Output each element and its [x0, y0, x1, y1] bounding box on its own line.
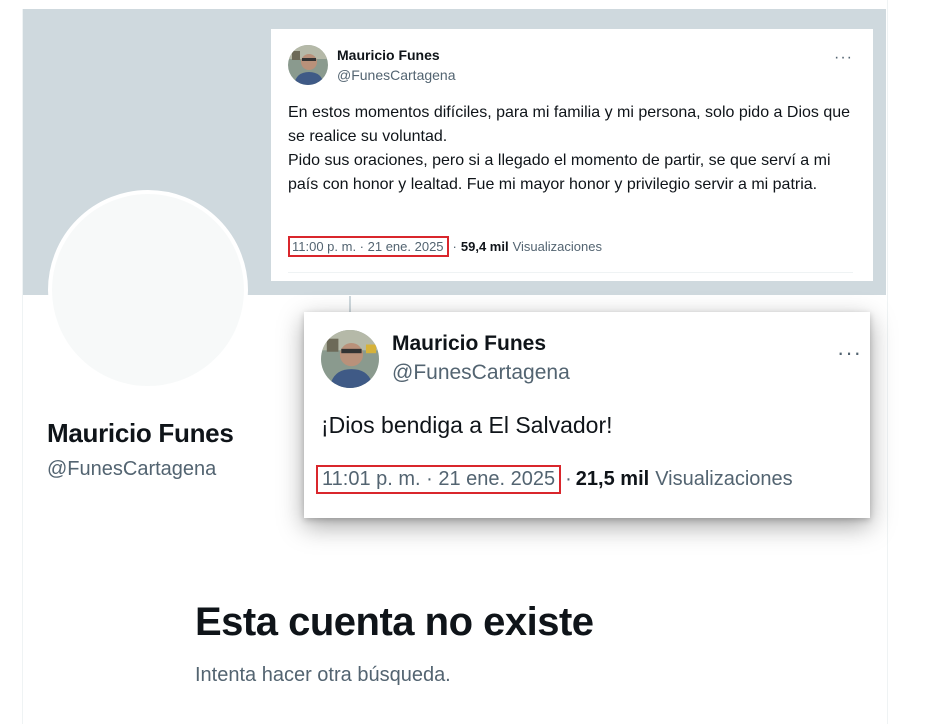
author-name[interactable]: Mauricio Funes	[392, 332, 546, 356]
tweet-meta: 11:01 p. m. · 21 ene. 2025 · 21,5 mil Vi…	[316, 465, 793, 494]
meta-separator: ·	[452, 239, 457, 254]
more-options-icon[interactable]: ···	[837, 340, 862, 366]
tweet-text: En estos momentos difíciles, para mi fam…	[288, 101, 858, 197]
tweet-timestamp[interactable]: 11:01 p. m. · 21 ene. 2025	[316, 465, 562, 494]
views-count: 59,4 mil	[460, 239, 509, 254]
views-count: 21,5 mil	[575, 468, 650, 490]
divider	[288, 272, 853, 273]
author-name[interactable]: Mauricio Funes	[337, 47, 440, 63]
author-avatar[interactable]	[321, 330, 379, 388]
author-handle[interactable]: @FunesCartagena	[392, 361, 570, 385]
author-avatar[interactable]	[288, 45, 328, 85]
author-photo-icon	[288, 45, 328, 85]
views-label: Visualizaciones	[512, 239, 602, 254]
views-label: Visualizaciones	[655, 468, 793, 490]
top-strip	[22, 0, 886, 9]
author-photo-icon	[321, 330, 379, 388]
empty-state-title: Esta cuenta no existe	[195, 600, 594, 644]
profile-avatar[interactable]	[48, 190, 248, 390]
tweet-meta: 11:00 p. m. · 21 ene. 2025 · 59,4 mil Vi…	[288, 236, 602, 257]
profile-name: Mauricio Funes	[47, 418, 234, 448]
tweet-text-line: Pido sus oraciones, pero si a llegado el…	[288, 152, 831, 193]
profile-handle: @FunesCartagena	[47, 458, 217, 480]
tweet-card-1[interactable]: Mauricio Funes @FunesCartagena ··· En es…	[271, 29, 873, 281]
tweet-text: ¡Dios bendiga a El Salvador!	[321, 412, 613, 438]
more-options-icon[interactable]: ···	[834, 49, 853, 67]
tweet-timestamp[interactable]: 11:00 p. m. · 21 ene. 2025	[288, 236, 449, 257]
meta-separator: ·	[565, 468, 572, 490]
empty-state-subtitle: Intenta hacer otra búsqueda.	[195, 664, 451, 686]
tweet-text-line: En estos momentos difíciles, para mi fam…	[288, 104, 851, 145]
tweet-card-2[interactable]: Mauricio Funes @FunesCartagena ··· ¡Dios…	[304, 312, 870, 518]
author-handle[interactable]: @FunesCartagena	[337, 67, 456, 83]
